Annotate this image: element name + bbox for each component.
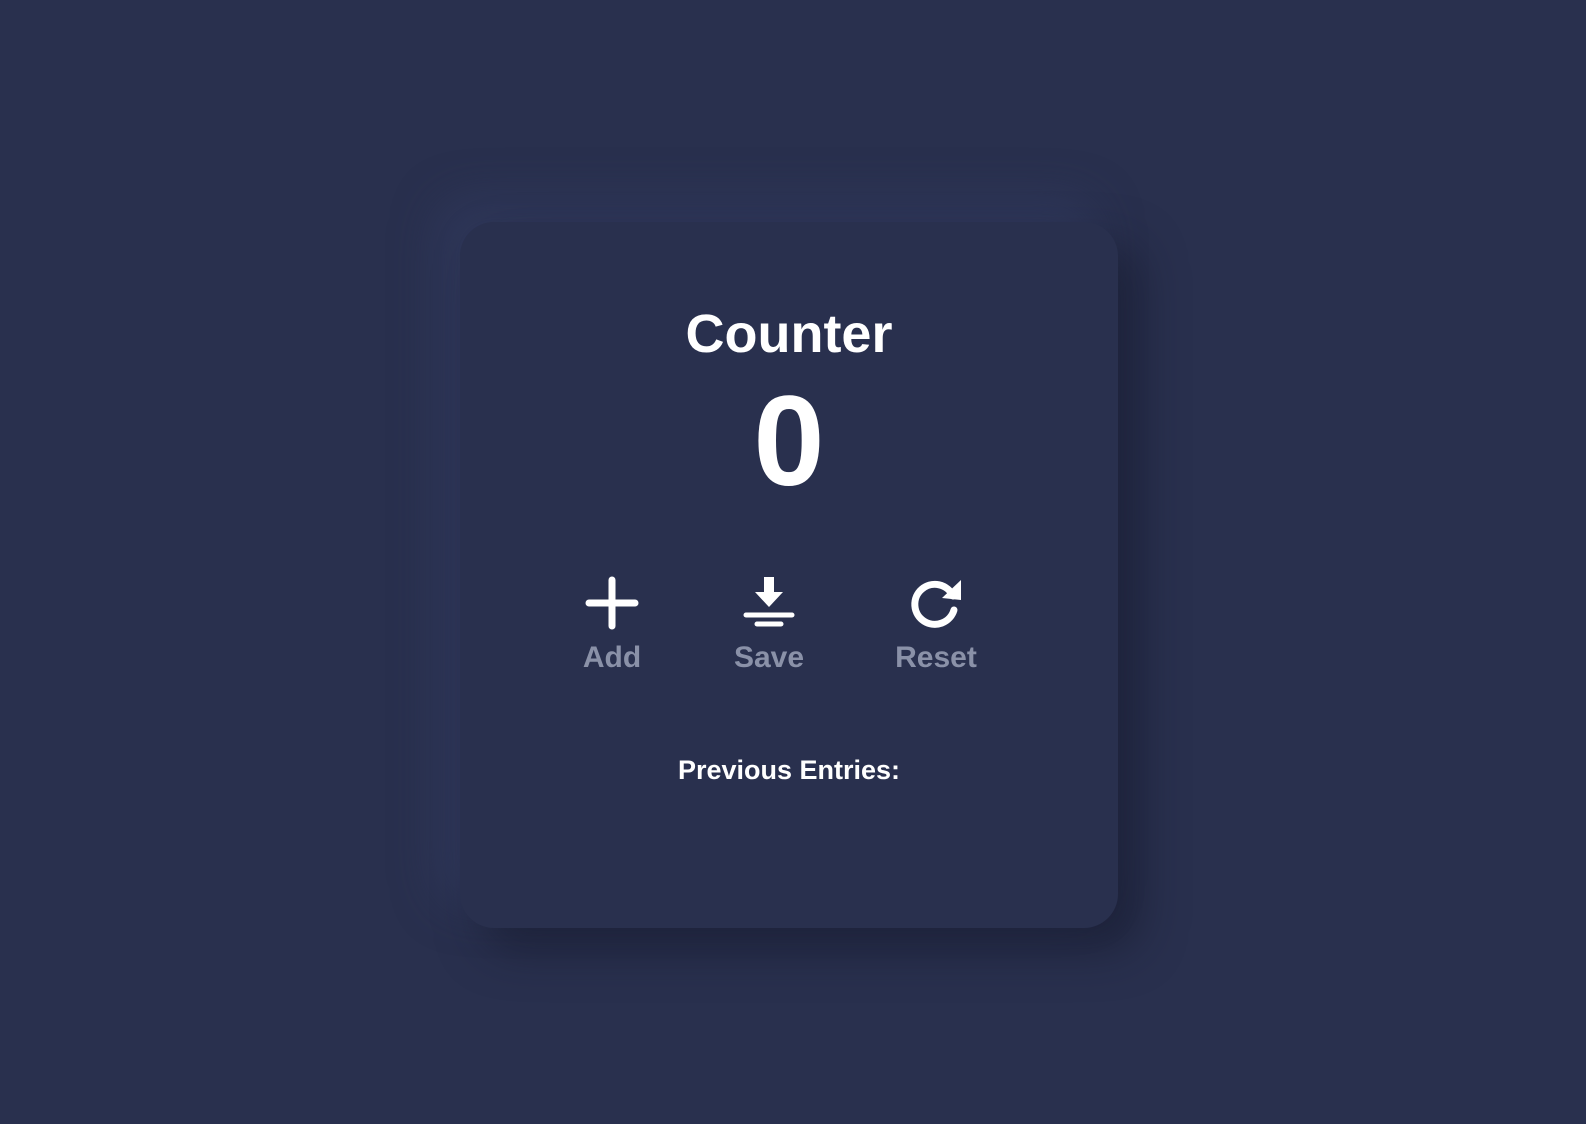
plus-icon xyxy=(585,576,639,630)
counter-value: 0 xyxy=(753,370,825,513)
download-icon xyxy=(743,577,795,627)
add-button[interactable]: Add xyxy=(542,576,682,686)
previous-entries-list xyxy=(500,798,1078,898)
rotate-icon xyxy=(911,580,961,628)
save-button[interactable]: Save xyxy=(699,576,839,686)
save-label: Save xyxy=(733,641,805,674)
reset-button[interactable]: Reset xyxy=(866,576,1006,686)
counter-card: Counter 0 Add Save Reset Previous Entrie… xyxy=(460,222,1118,928)
reset-label: Reset xyxy=(895,641,977,674)
add-label: Add xyxy=(582,641,642,674)
previous-entries-heading: Previous Entries: xyxy=(677,755,901,785)
counter-title: Counter xyxy=(685,304,893,364)
